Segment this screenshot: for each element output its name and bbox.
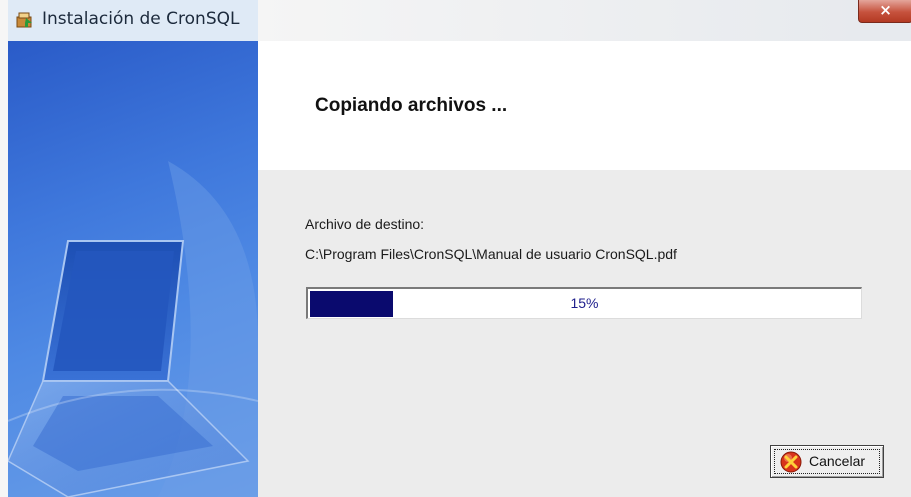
cancel-x-icon (780, 451, 802, 473)
cancel-button[interactable]: Cancelar (770, 445, 884, 478)
cancel-button-label: Cancelar (809, 453, 866, 469)
header-panel: Copiando archivos ... (258, 41, 911, 170)
close-button[interactable]: × (858, 0, 911, 23)
destination-path: C:\Program Files\CronSQL\Manual de usuar… (305, 246, 677, 262)
installer-window: Instalación de CronSQL × Copiando archiv… (0, 0, 911, 497)
progress-bar: 15% (306, 287, 862, 319)
window-title: Instalación de CronSQL (42, 9, 240, 29)
installer-icon (16, 12, 32, 28)
close-icon: × (879, 1, 892, 19)
page-title: Copiando archivos ... (315, 95, 508, 116)
destination-label: Archivo de destino: (305, 216, 425, 232)
side-banner (8, 41, 258, 497)
laptop-illustration (8, 161, 258, 497)
window-frame-left (0, 0, 8, 497)
title-bar[interactable]: Instalación de CronSQL × (0, 0, 911, 497)
content-panel: Archivo de destino: C:\Program Files\Cro… (258, 170, 911, 497)
progress-percent: 15% (570, 295, 599, 311)
